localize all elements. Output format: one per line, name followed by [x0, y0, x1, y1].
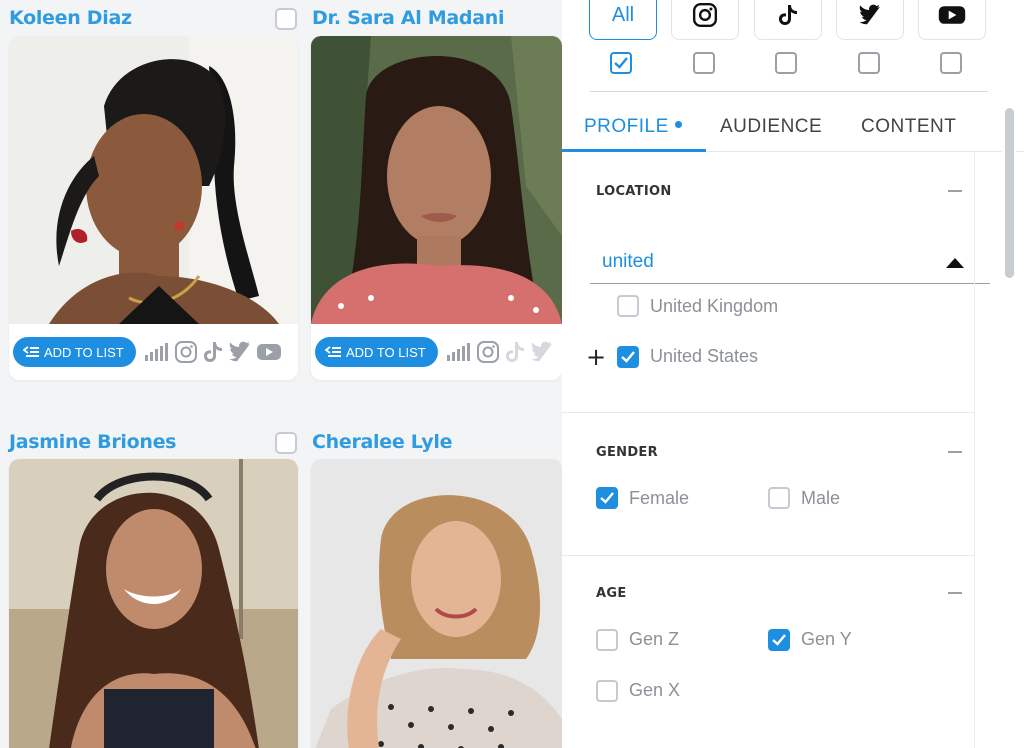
creator-social-icons: [446, 340, 554, 364]
gender-option-label[interactable]: Male: [801, 488, 840, 509]
platform-divider: [590, 91, 988, 92]
active-tab-indicator: [562, 149, 706, 152]
creator-actions: ADD TO LIST: [9, 324, 298, 380]
twitter-icon[interactable]: [228, 341, 252, 363]
creator-photo[interactable]: [311, 36, 562, 324]
age-option-checkbox[interactable]: [596, 680, 618, 702]
location-option-label[interactable]: United States: [650, 346, 758, 367]
platform-all-checkbox[interactable]: [610, 52, 632, 74]
age-option-checkbox[interactable]: [596, 629, 618, 651]
list-add-icon: [23, 346, 39, 357]
age-collapse-icon[interactable]: [948, 592, 962, 594]
creator-name[interactable]: Dr. Sara Al Madani: [312, 7, 505, 29]
scrollbar-thumb[interactable]: [1005, 108, 1014, 278]
location-section-title: LOCATION: [596, 184, 672, 199]
select-creator-checkbox[interactable]: [275, 432, 297, 454]
add-to-list-label: ADD TO LIST: [346, 344, 426, 360]
tiktok-icon[interactable]: [504, 340, 526, 364]
app-root: Koleen Diaz ADD TO LIST Dr. Sara Al Mada…: [0, 0, 1024, 748]
location-input-underline: [590, 283, 990, 284]
select-creator-checkbox[interactable]: [275, 8, 297, 30]
youtube-icon: [938, 6, 966, 24]
twitter-icon: [859, 4, 881, 25]
location-search-input[interactable]: united: [602, 251, 654, 273]
checkmark-icon: [621, 351, 635, 363]
stats-bars-icon[interactable]: [144, 342, 170, 362]
gender-collapse-icon[interactable]: [948, 451, 962, 453]
tab-profile-label: PROFILE: [584, 116, 669, 137]
checkmark-icon: [614, 57, 628, 69]
location-collapse-icon[interactable]: [948, 190, 962, 192]
checkmark-icon: [772, 634, 786, 646]
add-to-list-label: ADD TO LIST: [44, 344, 124, 360]
creator-card: ADD TO LIST: [9, 36, 298, 380]
platform-youtube-checkbox[interactable]: [940, 52, 962, 74]
creator-name[interactable]: Koleen Diaz: [9, 7, 132, 29]
tiktok-icon[interactable]: [202, 340, 224, 364]
creator-card: [9, 459, 298, 748]
platform-all-label: All: [611, 3, 635, 26]
platform-youtube-button[interactable]: [918, 0, 986, 40]
tab-content-label: CONTENT: [861, 116, 957, 137]
tab-audience[interactable]: AUDIENCE: [720, 116, 822, 138]
add-to-list-button[interactable]: ADD TO LIST: [13, 337, 136, 367]
creator-photo[interactable]: [9, 36, 298, 324]
profile-portrait-image: [9, 459, 298, 748]
list-add-icon: [325, 346, 341, 357]
instagram-icon: [692, 2, 718, 28]
age-option-label[interactable]: Gen Z: [629, 629, 679, 650]
profile-portrait-image: [311, 459, 562, 748]
creator-card: ADD TO LIST: [311, 36, 562, 380]
gender-option-checkbox[interactable]: [596, 487, 618, 509]
platform-tiktok-checkbox[interactable]: [775, 52, 797, 74]
tab-audience-label: AUDIENCE: [720, 116, 823, 137]
tiktok-icon: [779, 5, 797, 25]
creator-name[interactable]: Cheralee Lyle: [312, 431, 452, 453]
platform-twitter-checkbox[interactable]: [858, 52, 880, 74]
section-divider: [562, 555, 974, 556]
gender-option-label[interactable]: Female: [629, 488, 689, 509]
creator-photo[interactable]: [9, 459, 298, 748]
creator-card: [311, 459, 562, 748]
platform-twitter-button[interactable]: [836, 0, 904, 40]
creator-social-icons: [144, 340, 282, 364]
panel-content-edge: [974, 152, 975, 748]
instagram-icon[interactable]: [476, 340, 500, 364]
age-option-label[interactable]: Gen X: [629, 680, 680, 701]
instagram-icon[interactable]: [174, 340, 198, 364]
twitter-icon[interactable]: [530, 341, 554, 363]
gender-option-checkbox[interactable]: [768, 487, 790, 509]
age-option-checkbox[interactable]: [768, 629, 790, 651]
youtube-icon[interactable]: [256, 342, 282, 362]
platform-all-button[interactable]: All: [589, 0, 657, 40]
age-option-label[interactable]: Gen Y: [801, 629, 852, 650]
plus-icon[interactable]: +: [586, 345, 606, 369]
location-option-checkbox[interactable]: [617, 346, 639, 368]
creator-photo[interactable]: [311, 459, 562, 748]
filter-panel: All PROFILE AUDIENCE CONTENT LOCATION un…: [562, 0, 1024, 748]
profile-portrait-image: [9, 36, 298, 324]
platform-instagram-button[interactable]: [671, 0, 739, 40]
location-option-label[interactable]: United Kingdom: [650, 296, 778, 317]
section-divider: [562, 412, 974, 413]
profile-portrait-image: [311, 36, 562, 324]
location-option-checkbox[interactable]: [617, 295, 639, 317]
platform-instagram-checkbox[interactable]: [693, 52, 715, 74]
checkmark-icon: [600, 492, 614, 504]
creator-actions: ADD TO LIST: [311, 324, 562, 380]
add-to-list-button[interactable]: ADD TO LIST: [315, 337, 438, 367]
stats-bars-icon[interactable]: [446, 342, 472, 362]
age-section-title: AGE: [596, 586, 627, 601]
platform-tiktok-button[interactable]: [754, 0, 822, 40]
tab-profile[interactable]: PROFILE: [584, 116, 682, 138]
tab-content[interactable]: CONTENT: [861, 116, 956, 138]
caret-up-icon[interactable]: [946, 258, 964, 268]
gender-section-title: GENDER: [596, 445, 658, 460]
active-dot-icon: [674, 121, 682, 128]
creator-name[interactable]: Jasmine Briones: [9, 431, 176, 453]
